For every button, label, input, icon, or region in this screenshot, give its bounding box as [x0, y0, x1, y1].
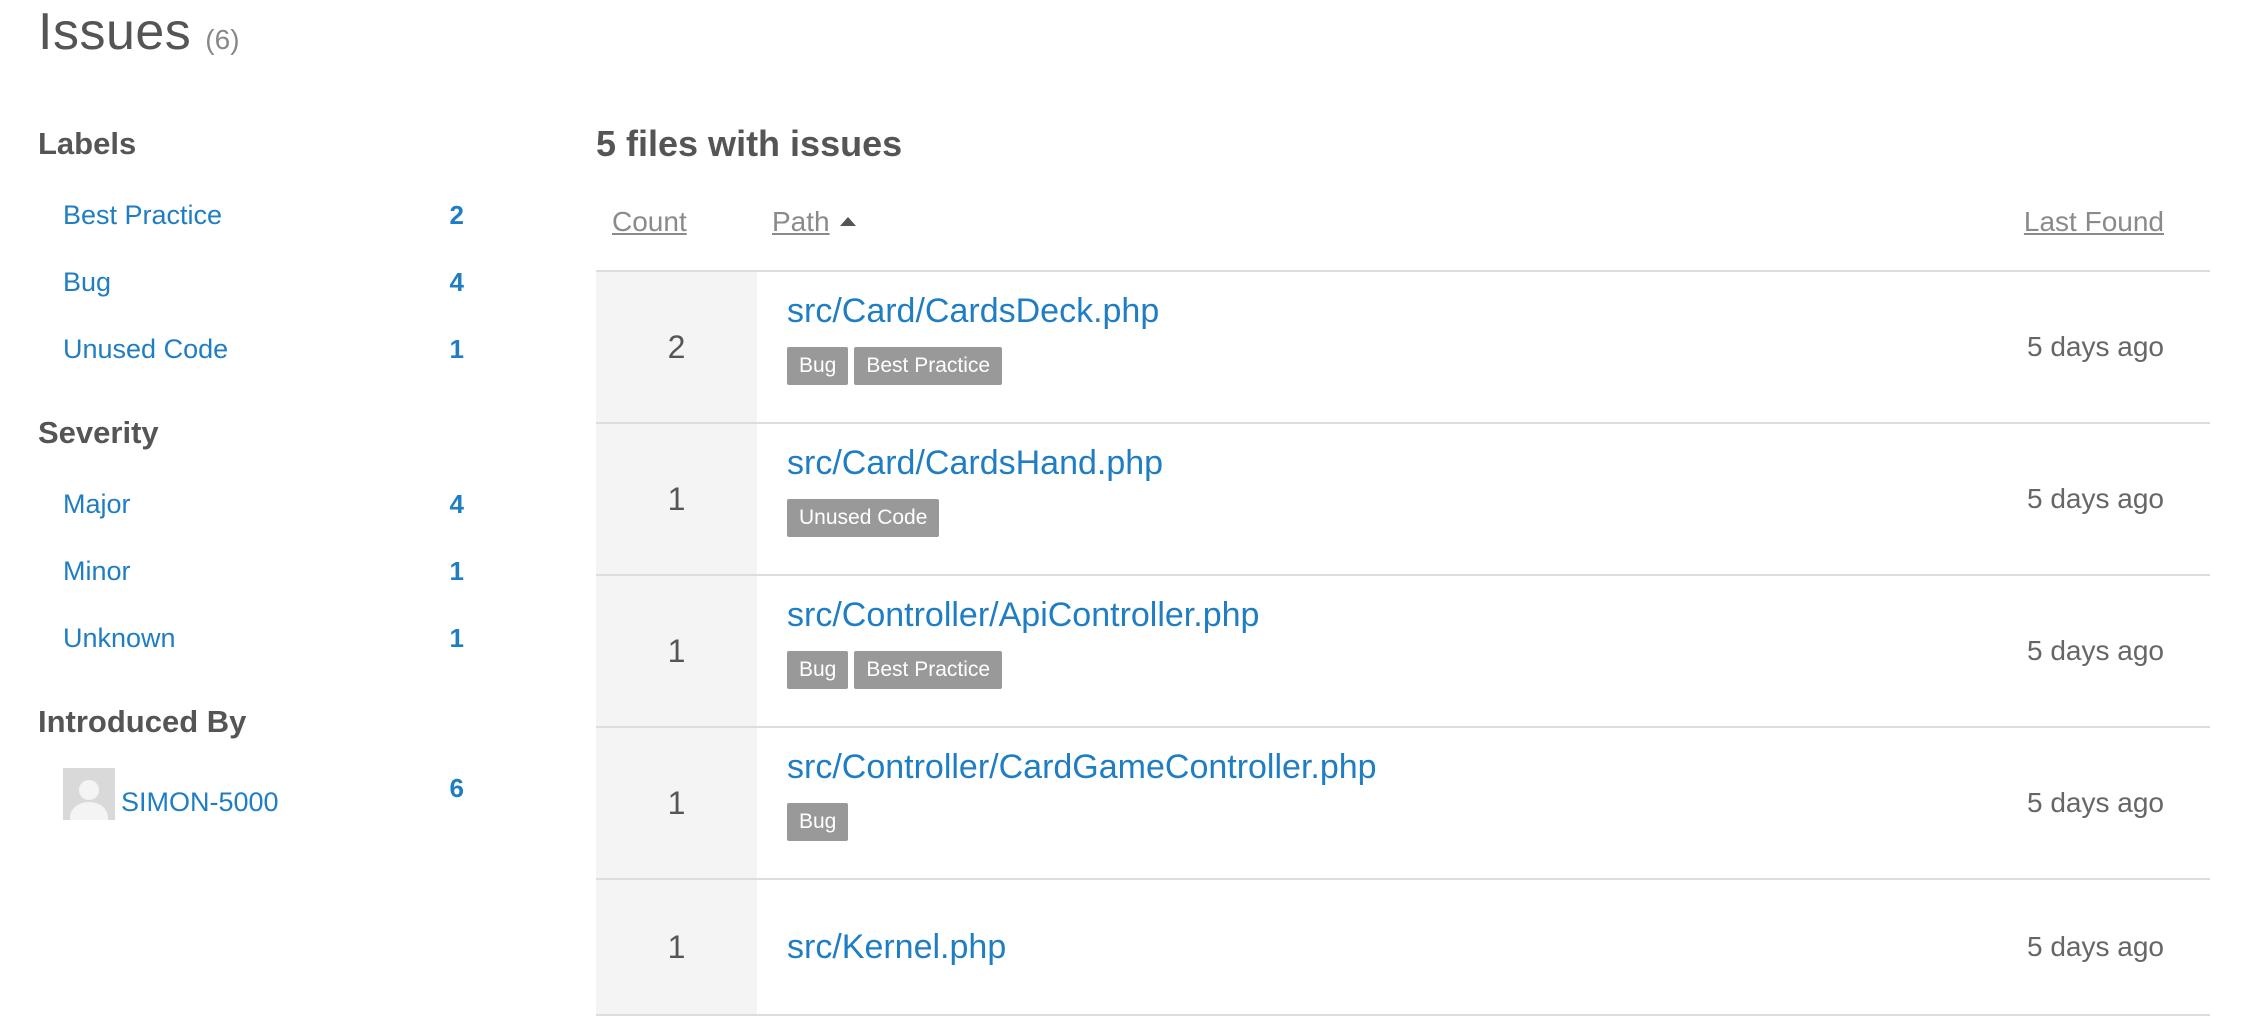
table-row: 1 src/Kernel.php 5 days ago	[596, 880, 2210, 1016]
last-found-cell: 5 days ago	[2027, 483, 2164, 514]
sort-by-count[interactable]: Count	[612, 206, 687, 238]
main-content: 5 files with issues Count Path Last Foun…	[596, 120, 2210, 1016]
severity-filter-minor[interactable]: Minor 1	[38, 538, 468, 605]
tag-badge: Bug	[787, 803, 849, 841]
label-filter-count: 2	[449, 200, 464, 230]
tag-list: Bug Best Practice	[787, 651, 2210, 689]
label-filter-link[interactable]: Best Practice	[63, 200, 222, 231]
path-cell: src/Kernel.php	[757, 880, 2210, 1014]
file-path-link[interactable]: src/Controller/ApiController.php	[787, 596, 1259, 635]
user-filter-link[interactable]: SIMON-5000	[121, 787, 279, 818]
sidebar: Labels Best Practice 2 Bug 4 Unused Code…	[38, 120, 468, 850]
label-filter-unused-code[interactable]: Unused Code 1	[38, 316, 468, 383]
label-filter-count: 1	[449, 334, 464, 364]
page-header: Issues (6)	[38, 2, 240, 62]
labels-list: Best Practice 2 Bug 4 Unused Code 1	[38, 182, 468, 383]
user-info: SIMON-5000	[63, 768, 279, 820]
label-filter-link[interactable]: Unused Code	[63, 334, 228, 365]
label-filter-count: 4	[449, 267, 464, 297]
table-row: 2 src/Card/CardsDeck.php Bug Best Practi…	[596, 272, 2210, 424]
severity-heading: Severity	[38, 415, 159, 450]
severity-filter-count: 1	[449, 556, 464, 586]
table-row: 1 src/Controller/CardGameController.php …	[596, 728, 2210, 880]
issue-count-cell: 1	[596, 880, 757, 1014]
last-found-cell: 5 days ago	[2027, 635, 2164, 666]
severity-filter-unknown[interactable]: Unknown 1	[38, 605, 468, 672]
tag-list: Bug Best Practice	[787, 347, 2210, 385]
introduced-by-heading: Introduced By	[38, 704, 247, 739]
table-header: Count Path Last Found	[596, 186, 2210, 272]
severity-list: Major 4 Minor 1 Unknown 1	[38, 471, 468, 672]
tag-badge: Bug	[787, 347, 849, 385]
issue-count: (6)	[205, 24, 240, 55]
tag-badge: Best Practice	[854, 347, 1003, 385]
issue-count-cell: 1	[596, 424, 757, 574]
avatar	[63, 768, 115, 820]
sort-by-path[interactable]: Path	[772, 206, 856, 238]
sort-ascending-icon	[839, 217, 856, 227]
tag-badge: Bug	[787, 651, 849, 689]
path-cell: src/Controller/CardGameController.php Bu…	[757, 728, 2210, 878]
file-path-link[interactable]: src/Card/CardsHand.php	[787, 444, 1163, 483]
tag-list: Unused Code	[787, 499, 2210, 537]
table-row: 1 src/Card/CardsHand.php Unused Code 5 d…	[596, 424, 2210, 576]
file-path-link[interactable]: src/Controller/CardGameController.php	[787, 748, 1377, 787]
severity-facet: Severity Major 4 Minor 1 Unknown 1	[38, 409, 468, 672]
sort-by-last-found[interactable]: Last Found	[2024, 206, 2164, 238]
severity-filter-link[interactable]: Minor	[63, 556, 131, 587]
avatar-body-shape	[70, 802, 108, 820]
label-filter-best-practice[interactable]: Best Practice 2	[38, 182, 468, 249]
label-filter-bug[interactable]: Bug 4	[38, 249, 468, 316]
avatar-head-shape	[79, 780, 99, 800]
tag-badge: Unused Code	[787, 499, 940, 537]
path-cell: src/Card/CardsHand.php Unused Code	[757, 424, 2210, 574]
page-title: Issues	[38, 3, 192, 61]
path-cell: src/Card/CardsDeck.php Bug Best Practice	[757, 272, 2210, 422]
tag-list: Bug	[787, 803, 2210, 841]
severity-filter-count: 1	[449, 623, 464, 653]
path-cell: src/Controller/ApiController.php Bug Bes…	[757, 576, 2210, 726]
user-filter-simon-5000[interactable]: SIMON-5000 6	[38, 764, 468, 824]
issue-count-cell: 1	[596, 728, 757, 878]
file-path-link[interactable]: src/Card/CardsDeck.php	[787, 292, 1159, 331]
issue-count-cell: 2	[596, 272, 757, 422]
severity-filter-major[interactable]: Major 4	[38, 471, 468, 538]
last-found-cell: 5 days ago	[2027, 931, 2164, 962]
labels-heading: Labels	[38, 126, 137, 161]
sort-by-path-label[interactable]: Path	[772, 206, 830, 237]
label-filter-link[interactable]: Bug	[63, 267, 111, 298]
last-found-cell: 5 days ago	[2027, 787, 2164, 818]
user-filter-count: 6	[449, 772, 464, 803]
labels-facet: Labels Best Practice 2 Bug 4 Unused Code…	[38, 120, 468, 383]
introduced-by-facet: Introduced By SIMON-5000 6	[38, 698, 468, 824]
severity-filter-count: 4	[449, 489, 464, 519]
table-row: 1 src/Controller/ApiController.php Bug B…	[596, 576, 2210, 728]
file-path-link[interactable]: src/Kernel.php	[787, 928, 1006, 967]
issue-count-cell: 1	[596, 576, 757, 726]
severity-filter-link[interactable]: Major	[63, 489, 131, 520]
files-heading: 5 files with issues	[596, 123, 903, 164]
last-found-cell: 5 days ago	[2027, 331, 2164, 362]
tag-badge: Best Practice	[854, 651, 1003, 689]
severity-filter-link[interactable]: Unknown	[63, 623, 176, 654]
